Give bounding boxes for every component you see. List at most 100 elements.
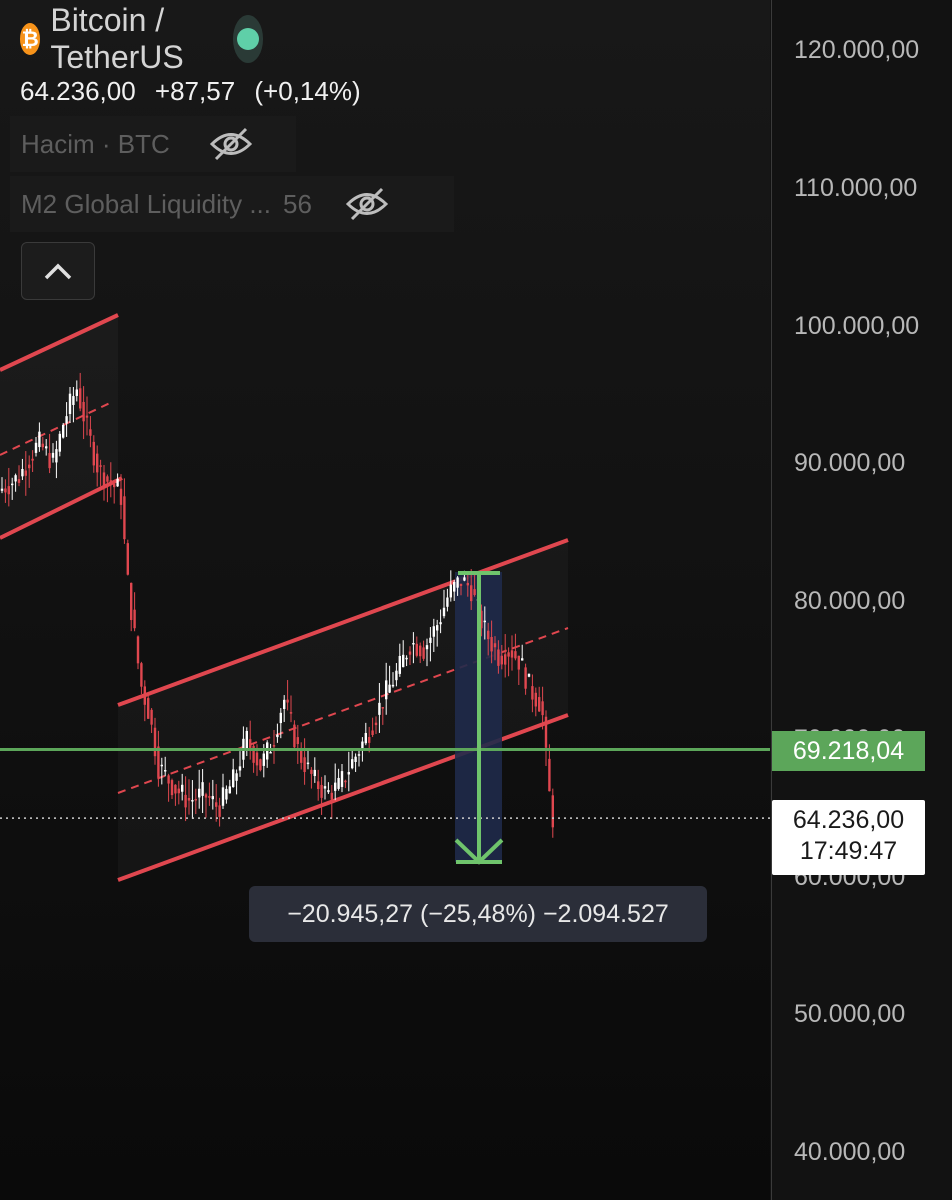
candle-body bbox=[500, 655, 503, 665]
candle-body bbox=[126, 543, 129, 575]
candle-body bbox=[106, 476, 109, 482]
candle-body bbox=[150, 709, 153, 725]
candle-body bbox=[510, 650, 514, 658]
collapse-legend-button[interactable] bbox=[21, 242, 95, 300]
candle-body bbox=[147, 698, 150, 719]
status-dot-icon bbox=[237, 28, 260, 50]
candle-body bbox=[296, 737, 299, 745]
candle-body bbox=[215, 802, 218, 807]
symbol-name[interactable]: Bitcoin / TetherUS bbox=[50, 2, 213, 76]
candle-body bbox=[238, 766, 242, 771]
chevron-up-icon bbox=[44, 263, 72, 280]
candle-body bbox=[262, 753, 265, 766]
price-axis[interactable]: 120.000,00 110.000,00 100.000,00 90.000,00 8… bbox=[771, 0, 952, 1200]
candle-body bbox=[123, 496, 126, 540]
candle-body bbox=[68, 393, 72, 414]
candle-body bbox=[181, 784, 184, 792]
candle-body bbox=[548, 758, 551, 792]
candle-body bbox=[58, 433, 61, 452]
axis-label: 80.000,00 bbox=[794, 587, 906, 615]
candle-body bbox=[344, 780, 347, 783]
candle-body bbox=[167, 775, 170, 784]
candle-body bbox=[41, 443, 44, 448]
candle-body bbox=[21, 468, 24, 477]
candle-body bbox=[235, 773, 238, 781]
candle-body bbox=[51, 452, 55, 458]
candle-body bbox=[303, 757, 306, 772]
measure-label: −20.945,27 (−25,48%) −2.094.527 bbox=[249, 886, 707, 942]
candle-body bbox=[538, 697, 541, 712]
candle-body bbox=[225, 788, 228, 800]
candle-body bbox=[531, 686, 534, 700]
candle-body bbox=[391, 684, 395, 687]
candle-body bbox=[432, 626, 435, 637]
axis-label: 100.000,00 bbox=[794, 311, 920, 340]
candle-body bbox=[402, 654, 405, 668]
candle-body bbox=[55, 449, 58, 463]
candle-body bbox=[136, 636, 140, 664]
symbol-row[interactable]: ₿ Bitcoin / TetherUS bbox=[20, 2, 264, 75]
candle-body bbox=[340, 771, 344, 787]
candle-body bbox=[140, 663, 143, 687]
candle-body bbox=[38, 431, 41, 448]
candle-body bbox=[170, 780, 174, 796]
indicator-name: Hacim · BTC bbox=[21, 128, 170, 159]
candle-body bbox=[17, 479, 21, 483]
candle-body bbox=[483, 620, 486, 623]
candle-body bbox=[45, 446, 48, 449]
candle-body bbox=[245, 730, 248, 749]
candle-body bbox=[507, 652, 510, 657]
candle-body bbox=[551, 795, 554, 828]
candle-body bbox=[184, 794, 187, 808]
price-change-pct: (+0,14%) bbox=[254, 76, 361, 106]
axis-label: 90.000,00 bbox=[794, 449, 906, 478]
candle-body bbox=[269, 751, 272, 754]
chart-area[interactable]: ₿ Bitcoin / TetherUS 64.236,00 +87,57 (+… bbox=[0, 0, 770, 1200]
candle-body bbox=[524, 667, 527, 689]
bitcoin-icon: ₿ bbox=[20, 23, 41, 55]
candle-body bbox=[415, 643, 418, 656]
candle-body bbox=[368, 737, 371, 743]
candle-body bbox=[330, 792, 333, 800]
candle-body bbox=[221, 787, 225, 806]
candle-body bbox=[429, 637, 432, 643]
candle-body bbox=[412, 643, 415, 645]
candle-body bbox=[425, 645, 429, 650]
last-price: 64.236,00 bbox=[20, 76, 136, 106]
candle-body bbox=[289, 712, 293, 714]
candle-body bbox=[327, 790, 330, 793]
candle-body bbox=[504, 654, 507, 665]
candle-body bbox=[364, 733, 367, 744]
candle-body bbox=[419, 645, 422, 657]
indicator-row-volume[interactable]: Hacim · BTC bbox=[10, 116, 296, 172]
candle-body bbox=[194, 798, 197, 801]
candle-body bbox=[385, 680, 388, 700]
candle-body bbox=[228, 786, 231, 794]
candle-body bbox=[255, 752, 259, 766]
axis-label: 40.000,00 bbox=[794, 1138, 906, 1166]
candle-body bbox=[395, 670, 398, 681]
candle-body bbox=[449, 584, 452, 598]
candle-body bbox=[96, 453, 99, 473]
candle-body bbox=[82, 401, 85, 422]
eye-off-icon[interactable] bbox=[208, 127, 254, 161]
candle-body bbox=[422, 647, 425, 659]
candle-body bbox=[99, 465, 102, 467]
channel-zone-upper bbox=[0, 315, 118, 540]
candle-body bbox=[0, 488, 4, 491]
indicator-row-m2-liquidity[interactable]: M2 Global Liquidity ... 56 bbox=[10, 176, 454, 232]
candle-body bbox=[374, 722, 378, 726]
candle-body bbox=[4, 488, 7, 493]
indicator-value: 56 bbox=[283, 188, 312, 219]
candle-body bbox=[232, 769, 235, 788]
candle-body bbox=[133, 609, 136, 629]
market-status-indicator[interactable] bbox=[232, 15, 264, 63]
candle-body bbox=[313, 769, 316, 777]
candle-body bbox=[306, 762, 310, 765]
candle-body bbox=[317, 781, 320, 790]
candle-body bbox=[323, 786, 327, 789]
candle-body bbox=[85, 415, 89, 418]
candle-body bbox=[259, 759, 262, 771]
candle-body bbox=[249, 739, 252, 748]
eye-off-icon[interactable] bbox=[344, 187, 390, 221]
